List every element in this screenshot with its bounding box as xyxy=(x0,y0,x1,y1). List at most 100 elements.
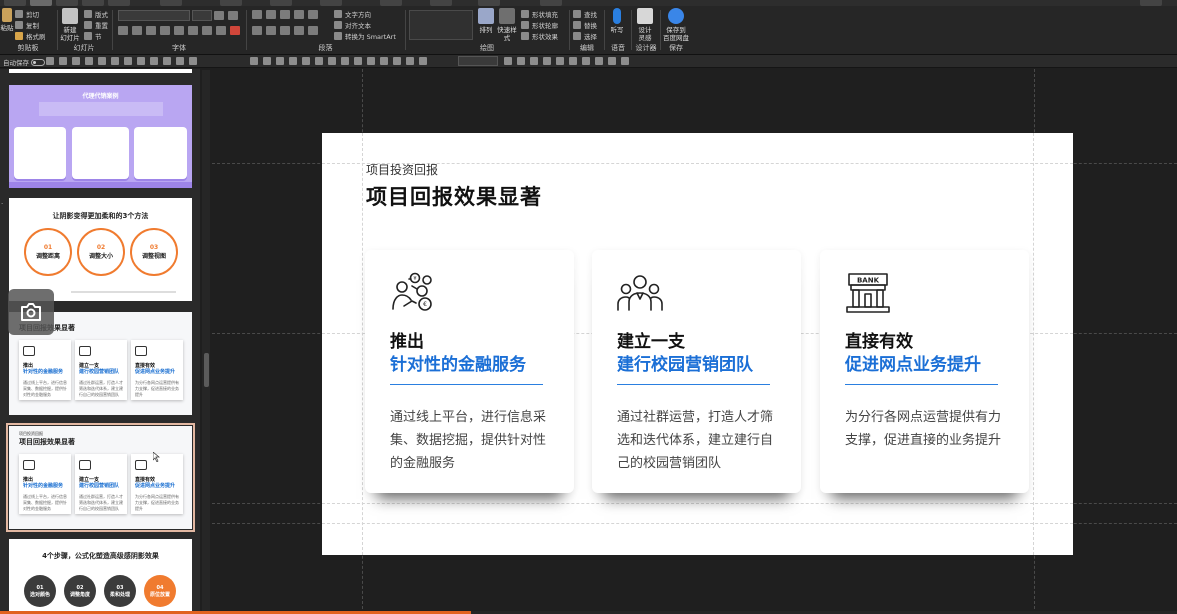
slide-card[interactable]: ¥ € 推出 针对性的金融服务 通过线上平台，进行信息采集、数据挖掘，提供针对性… xyxy=(365,250,574,493)
numbering-icon[interactable] xyxy=(266,10,276,19)
copy-icon[interactable] xyxy=(72,57,80,65)
slide-kicker[interactable]: 项目投资回报 xyxy=(366,161,438,178)
align-right-icon[interactable] xyxy=(276,57,284,65)
card-subtitle[interactable]: 促进网点业务提升 xyxy=(845,350,981,375)
thumbnail-scrollbar[interactable] xyxy=(202,70,210,614)
bring-front-icon[interactable] xyxy=(380,57,388,65)
open-icon[interactable] xyxy=(59,57,67,65)
align-middle-icon[interactable] xyxy=(302,57,310,65)
bullets-icon[interactable] xyxy=(252,10,262,19)
strikethrough-icon[interactable] xyxy=(160,26,170,35)
bold-icon[interactable] xyxy=(118,26,128,35)
shapes-icon[interactable] xyxy=(163,57,171,65)
slide-thumbnail[interactable] xyxy=(9,69,192,73)
more-icon[interactable] xyxy=(621,57,629,65)
justify-icon[interactable] xyxy=(294,26,304,35)
underline-icon[interactable] xyxy=(146,26,156,35)
crop-icon[interactable] xyxy=(556,57,564,65)
grow-font-icon[interactable] xyxy=(214,11,224,20)
format-painter-button[interactable]: 格式刷 xyxy=(15,31,46,41)
card-subtitle[interactable]: 针对性的金融服务 xyxy=(390,350,526,375)
card-body[interactable]: 通过社群运营，打造人才筛选和迭代体系，建立建行自己的校园营销团队 xyxy=(617,406,779,475)
slide-card[interactable]: 建立一支 建行校园营销团队 通过社群运营，打造人才筛选和迭代体系，建立建行自己的… xyxy=(592,250,801,493)
shadow-icon[interactable] xyxy=(174,26,184,35)
zoom-select[interactable] xyxy=(458,56,498,66)
card-title[interactable]: 建立一支 xyxy=(617,327,685,352)
save-icon[interactable] xyxy=(46,57,54,65)
print-icon[interactable] xyxy=(85,57,93,65)
format-pane-icon[interactable] xyxy=(569,57,577,65)
dictate-button[interactable]: 听写 xyxy=(606,8,628,42)
case-icon[interactable] xyxy=(202,26,212,35)
slide-thumbnail[interactable]: 4个步骤，公式化塑造高级感阴影效果 01 选对颜色 02 调整角度 03 柔和处理 0… xyxy=(9,539,192,614)
undo-icon[interactable] xyxy=(98,57,106,65)
comment-icon[interactable] xyxy=(608,57,616,65)
slide-title[interactable]: 项目回报效果显著 xyxy=(366,181,542,211)
current-slide[interactable]: 项目投资回报 项目回报效果显著 ¥ € 推出 针对性的金融服务 通过线上平台，进… xyxy=(322,133,1073,555)
slide-card[interactable]: BANK 直接有效 促进网点业务提升 为分行各网点运营提供有力支撑，促进直接的业… xyxy=(820,250,1029,493)
ungroup-icon[interactable] xyxy=(367,57,375,65)
layout-button[interactable]: 版式 xyxy=(84,9,108,19)
font-size-select[interactable] xyxy=(192,10,212,21)
char-spacing-icon[interactable] xyxy=(188,26,198,35)
columns-icon[interactable] xyxy=(308,26,318,35)
font-color-icon[interactable] xyxy=(230,26,240,35)
cut-button[interactable]: 剪切 xyxy=(15,9,39,19)
font-color-icon[interactable] xyxy=(504,57,512,65)
flip-icon[interactable] xyxy=(419,57,427,65)
smartart-button[interactable]: 转换为 SmartArt xyxy=(334,31,396,41)
grid-icon[interactable] xyxy=(124,57,132,65)
slide-thumbnail-selected[interactable]: 项目投资回报 项目回报效果显著 推出 针对性的金融服务 通过线上平台，进行信息采… xyxy=(6,423,195,532)
align-left-icon[interactable] xyxy=(250,57,258,65)
card-title[interactable]: 直接有效 xyxy=(845,327,913,352)
screenshot-button[interactable] xyxy=(8,289,54,335)
replace-button[interactable]: 替换 xyxy=(573,20,597,30)
align-left-icon[interactable] xyxy=(252,26,262,35)
increase-indent-icon[interactable] xyxy=(294,10,304,19)
picture-icon[interactable] xyxy=(189,57,197,65)
align-bottom-icon[interactable] xyxy=(315,57,323,65)
slideshow-icon[interactable] xyxy=(150,57,158,65)
shape-outline-button[interactable]: 形状轮廓 xyxy=(521,20,558,30)
shape-fill-button[interactable]: 形状填充 xyxy=(521,9,558,19)
card-body[interactable]: 通过线上平台，进行信息采集、数据挖掘，提供针对性的金融服务 xyxy=(390,406,552,475)
slide-thumbnail[interactable]: 让阴影变得更加柔和的3个方法 01 调整距离 02 调整大小 03 调整视图 xyxy=(9,198,192,301)
arrange-button[interactable]: 排列 xyxy=(475,8,497,42)
align-center-icon[interactable] xyxy=(263,57,271,65)
text-direction-button[interactable]: 文字方向 xyxy=(334,9,371,19)
shapes-gallery[interactable] xyxy=(409,10,473,40)
line-color-icon[interactable] xyxy=(530,57,538,65)
quick-styles-button[interactable]: 快速样式 xyxy=(495,8,519,42)
shape-effects-button[interactable]: 形状效果 xyxy=(521,31,558,41)
slide-thumbnail[interactable]: 代理代销案例 xyxy=(9,85,192,188)
table-icon[interactable] xyxy=(176,57,184,65)
font-family-select[interactable] xyxy=(118,10,190,21)
new-slide-button[interactable]: 新建 幻灯片 xyxy=(58,8,82,42)
fill-color-icon[interactable] xyxy=(517,57,525,65)
tab-share[interactable] xyxy=(1140,0,1162,6)
rotate-icon[interactable] xyxy=(406,57,414,65)
shrink-font-icon[interactable] xyxy=(228,11,238,20)
design-ideas-button[interactable]: 设计 灵感 xyxy=(633,8,657,42)
card-title[interactable]: 推出 xyxy=(390,327,424,352)
align-text-button[interactable]: 对齐文本 xyxy=(334,20,371,30)
italic-icon[interactable] xyxy=(132,26,142,35)
save-to-baidu-button[interactable]: 保存到 百度网盘 xyxy=(662,8,690,42)
redo-icon[interactable] xyxy=(111,57,119,65)
card-subtitle[interactable]: 建行校园营销团队 xyxy=(617,350,753,375)
copy-button[interactable]: 复制 xyxy=(15,20,39,30)
card-body[interactable]: 为分行各网点运营提供有力支撑，促进直接的业务提升 xyxy=(845,406,1007,452)
guides-icon[interactable] xyxy=(137,57,145,65)
reset-button[interactable]: 重置 xyxy=(84,20,108,30)
autosave-toggle[interactable]: 自动保存 xyxy=(3,57,45,67)
send-back-icon[interactable] xyxy=(393,57,401,65)
align-right-icon[interactable] xyxy=(280,26,290,35)
distribute-h-icon[interactable] xyxy=(328,57,336,65)
section-button[interactable]: 节 xyxy=(84,31,102,41)
line-spacing-icon[interactable] xyxy=(308,10,318,19)
scrollbar-thumb[interactable] xyxy=(204,353,209,387)
distribute-v-icon[interactable] xyxy=(341,57,349,65)
select-button[interactable]: 选择 xyxy=(573,31,597,41)
group-icon[interactable] xyxy=(354,57,362,65)
animation-icon[interactable] xyxy=(582,57,590,65)
